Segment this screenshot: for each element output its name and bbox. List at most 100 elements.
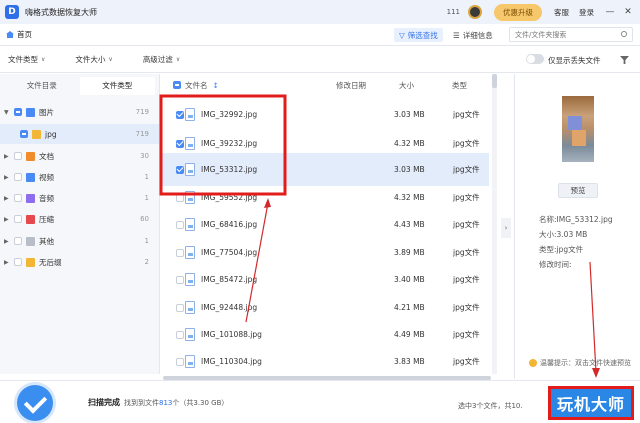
row-checkbox[interactable]	[176, 275, 184, 284]
audio-icon	[26, 193, 35, 203]
file-type: jpg文件	[453, 110, 480, 119]
select-all-checkbox[interactable]	[173, 81, 181, 89]
file-modified-info: 修改时间:	[539, 260, 572, 269]
filter-bar: 文件类型 ∨ 文件大小 ∨ 高级过滤 ∨ 仅显示丢失文件	[0, 47, 640, 73]
close-button[interactable]: ✕	[622, 7, 634, 17]
expand-right-icon[interactable]: ▶	[4, 259, 11, 266]
image-file-icon	[185, 163, 195, 176]
row-checkbox[interactable]	[176, 110, 184, 119]
vip-medal-icon[interactable]	[468, 5, 482, 19]
list-icon: ☰	[453, 30, 460, 40]
column-name[interactable]: 文件名	[185, 80, 208, 91]
advanced-filter-dropdown[interactable]: 高级过滤 ∨	[143, 54, 180, 65]
tree-item-images[interactable]: ▼ 图片 719	[0, 102, 159, 122]
archive-icon	[26, 214, 35, 224]
file-size-dropdown[interactable]: 文件大小 ∨	[75, 54, 112, 65]
row-checkbox[interactable]	[176, 193, 184, 202]
selected-summary: 选中3个文件，共10.	[458, 402, 523, 410]
sort-icon[interactable]: ↕	[213, 81, 219, 90]
expand-down-icon[interactable]: ▼	[4, 109, 11, 116]
file-name: IMG_85472.jpg	[201, 275, 258, 284]
expand-right-icon[interactable]: ▶	[4, 174, 11, 181]
tree-checkbox[interactable]	[14, 108, 22, 116]
preview-thumbnail[interactable]	[562, 96, 594, 162]
row-checkbox[interactable]	[176, 165, 184, 174]
row-checkbox[interactable]	[176, 220, 184, 229]
column-size[interactable]: 大小	[399, 80, 414, 91]
file-size: 3.03 MB	[394, 165, 425, 174]
row-checkbox[interactable]	[176, 357, 184, 366]
tree-item-audio[interactable]: ▶ 音频 1	[0, 188, 159, 208]
file-size: 3.03 MB	[394, 110, 425, 119]
home-tab[interactable]: 首页	[6, 29, 32, 40]
tree-item-count: 719	[135, 130, 149, 138]
table-row[interactable]: IMG_110304.jpg 3.83 MB jpg文件	[161, 345, 489, 378]
expand-right-icon[interactable]: ▶	[4, 238, 11, 245]
file-name: IMG_39232.jpg	[201, 139, 258, 148]
sidebar: 文件目录 文件类型 ▼ 图片 719 jpg 719 ▶ 文档 30 ▶ 视频 …	[0, 74, 160, 374]
minimize-button[interactable]: —	[604, 7, 616, 17]
tree-item-label: 视频	[39, 172, 54, 182]
notification-count: 111	[446, 8, 460, 16]
search-icon[interactable]	[621, 31, 627, 37]
upgrade-button[interactable]: 优惠升级	[494, 3, 542, 21]
chevron-down-icon: ∨	[41, 56, 46, 63]
tree-item-count: 2	[144, 258, 149, 266]
home-tab-label: 首页	[17, 30, 32, 39]
file-type-dropdown[interactable]: 文件类型 ∨	[8, 54, 45, 65]
file-type: jpg文件	[453, 165, 480, 174]
file-type: jpg文件	[453, 303, 480, 312]
folder-icon	[32, 129, 41, 139]
row-checkbox[interactable]	[176, 303, 184, 312]
row-checkbox[interactable]	[176, 330, 184, 339]
tree-checkbox[interactable]	[14, 173, 22, 181]
image-file-icon	[185, 246, 195, 259]
tree-checkbox[interactable]	[14, 258, 22, 266]
preview-button[interactable]: 预览	[558, 183, 598, 198]
file-size: 4.21 MB	[394, 303, 425, 312]
file-type: jpg文件	[453, 357, 480, 366]
search-input[interactable]	[509, 27, 633, 42]
customer-service-link[interactable]: 客服	[554, 7, 569, 18]
tree-item-video[interactable]: ▶ 视频 1	[0, 167, 159, 187]
tree-item-other[interactable]: ▶ 其他 1	[0, 231, 159, 251]
file-size-info: 大小:3.03 MB	[539, 230, 588, 239]
scroll-thumb[interactable]	[492, 74, 497, 88]
expand-right-icon[interactable]: ▶	[4, 216, 11, 223]
expand-right-icon[interactable]: ▶	[4, 195, 11, 202]
detail-info-button[interactable]: ☰ 详细信息	[448, 28, 498, 42]
tree-checkbox[interactable]	[14, 215, 22, 223]
mosaic-blur	[572, 130, 586, 146]
row-checkbox[interactable]	[176, 248, 184, 257]
tree-checkbox[interactable]	[14, 152, 22, 160]
row-checkbox[interactable]	[176, 139, 184, 148]
expand-right-icon[interactable]: ▶	[4, 153, 11, 160]
filter-funnel-icon[interactable]	[620, 56, 629, 64]
tree-item-no-extension[interactable]: ▶ 无后缀 2	[0, 252, 159, 272]
tab-file-type[interactable]: 文件类型	[79, 77, 155, 95]
collapse-panel-button[interactable]: ›	[501, 218, 511, 238]
tree-checkbox[interactable]	[14, 237, 22, 245]
scan-status: 扫描完成	[88, 398, 120, 407]
tree-item-label: 无后缀	[39, 257, 62, 267]
tree-item-jpg[interactable]: jpg 719	[0, 124, 159, 144]
column-modified[interactable]: 修改日期	[336, 80, 366, 91]
title-bar: D 嗨格式数据恢复大师 111 优惠升级 客服 登录 — ✕	[0, 0, 640, 24]
file-type-label: 文件类型	[8, 55, 38, 64]
tree-item-label: 压缩	[39, 214, 54, 224]
found-summary: 找到到文件813个（共3.30 GB）	[124, 398, 228, 408]
only-lost-toggle[interactable]	[526, 54, 544, 64]
tree-checkbox[interactable]	[14, 194, 22, 202]
tab-file-directory[interactable]: 文件目录	[4, 77, 80, 95]
column-type[interactable]: 类型	[452, 80, 467, 91]
filter-search-button[interactable]: ▽ 筛选查找	[394, 28, 443, 42]
tree-item-documents[interactable]: ▶ 文档 30	[0, 146, 159, 166]
image-file-icon	[185, 273, 195, 286]
tree-item-count: 60	[140, 215, 149, 223]
tree-item-label: jpg	[45, 129, 57, 139]
tree-checkbox[interactable]	[20, 130, 28, 138]
login-link[interactable]: 登录	[579, 7, 594, 18]
file-name: IMG_32992.jpg	[201, 110, 258, 119]
vertical-scrollbar[interactable]	[492, 74, 497, 374]
tree-item-archive[interactable]: ▶ 压缩 60	[0, 209, 159, 229]
